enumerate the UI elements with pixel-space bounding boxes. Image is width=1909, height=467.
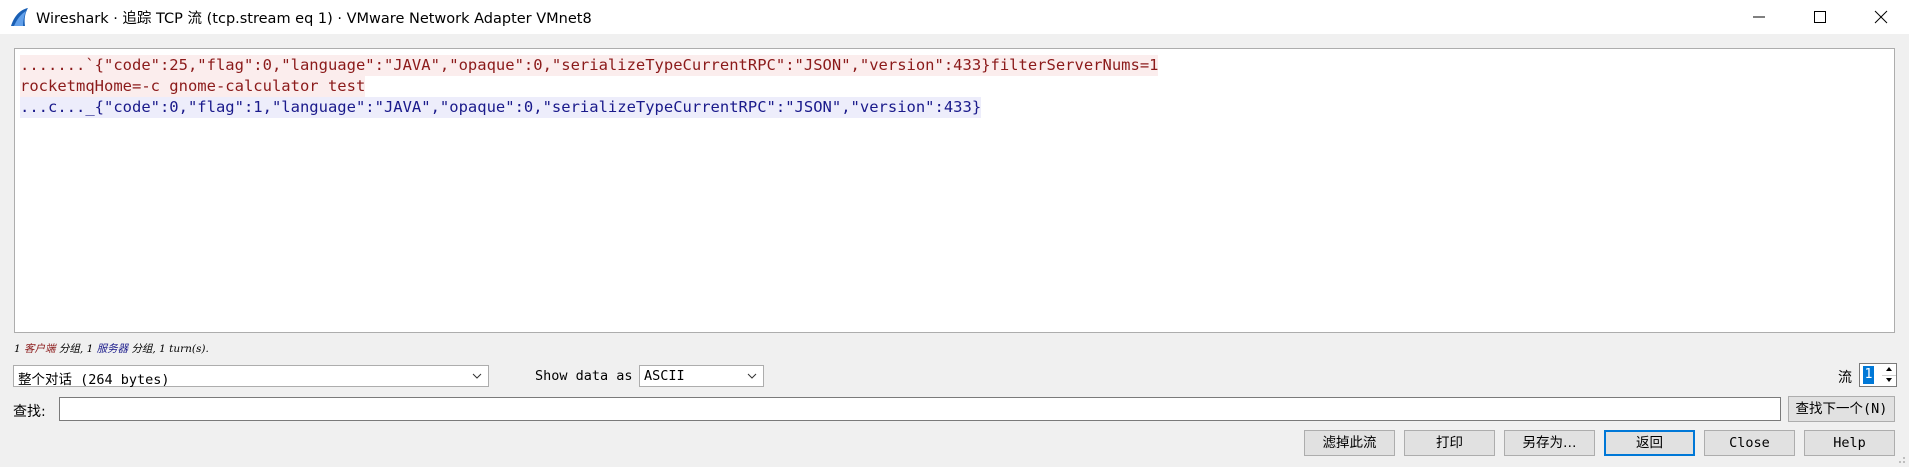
client-label: 客户端 — [24, 343, 56, 355]
chevron-down-icon — [472, 373, 482, 379]
client-suffix: 分组, — [58, 343, 84, 355]
resize-grip-icon[interactable] — [1896, 454, 1906, 464]
stream-line-client: .......`{"code":25,"flag":0,"language":"… — [20, 55, 1159, 76]
back-button[interactable]: 返回 — [1604, 430, 1695, 456]
find-next-button[interactable]: 查找下一个(N) — [1788, 396, 1895, 422]
stream-info: 1 客户端 分组, 1 服务器 分组, 1 turn(s). — [14, 341, 209, 356]
maximize-icon — [1814, 11, 1826, 23]
show-data-as-select[interactable]: ASCII — [639, 365, 764, 387]
print-button[interactable]: 打印 — [1404, 430, 1495, 456]
stream-number-spinbox[interactable]: 1 — [1859, 363, 1897, 387]
save-as-button[interactable]: 另存为… — [1504, 430, 1595, 456]
find-input[interactable] — [59, 397, 1781, 421]
turns-count: 1 turn(s). — [159, 343, 209, 355]
stream-line-client: rocketmqHome=-c gnome-calculator test — [20, 76, 366, 97]
wireshark-fin-icon — [11, 8, 28, 26]
server-count: 1 — [86, 343, 94, 355]
filter-out-stream-button[interactable]: 滤掉此流 — [1304, 430, 1395, 456]
maximize-button[interactable] — [1792, 0, 1848, 34]
minimize-icon — [1753, 16, 1765, 18]
stream-line-server: ...c..._{"code":0,"flag":1,"language":"J… — [20, 97, 982, 118]
chevron-up-icon — [1886, 367, 1892, 371]
title-bar[interactable]: Wireshark · 追踪 TCP 流 (tcp.stream eq 1) ·… — [0, 0, 1909, 34]
show-data-value: ASCII — [644, 368, 685, 384]
server-label: 服务器 — [96, 343, 129, 355]
stream-label: 流 — [1838, 370, 1852, 386]
close-window-button[interactable] — [1853, 0, 1909, 34]
find-label: 查找: — [13, 404, 46, 420]
help-button[interactable]: Help — [1804, 430, 1895, 456]
client-count: 1 — [14, 343, 21, 355]
minimize-button[interactable] — [1731, 0, 1787, 34]
chevron-down-icon — [747, 373, 757, 379]
spin-down-button[interactable] — [1882, 375, 1896, 386]
conversation-select[interactable]: 整个对话 (264 bytes) — [13, 365, 489, 388]
close-button[interactable]: Close — [1704, 430, 1795, 456]
server-suffix: 分组, — [131, 343, 156, 355]
window-title: Wireshark · 追踪 TCP 流 (tcp.stream eq 1) ·… — [36, 11, 592, 27]
conversation-value: 整个对话 (264 bytes) — [18, 372, 170, 388]
chevron-down-icon — [1886, 378, 1892, 382]
stream-number-value: 1 — [1863, 366, 1874, 384]
close-icon — [1874, 10, 1888, 24]
stream-content-area[interactable]: .......`{"code":25,"flag":0,"language":"… — [14, 48, 1895, 333]
show-data-label: Show data as — [535, 368, 633, 384]
